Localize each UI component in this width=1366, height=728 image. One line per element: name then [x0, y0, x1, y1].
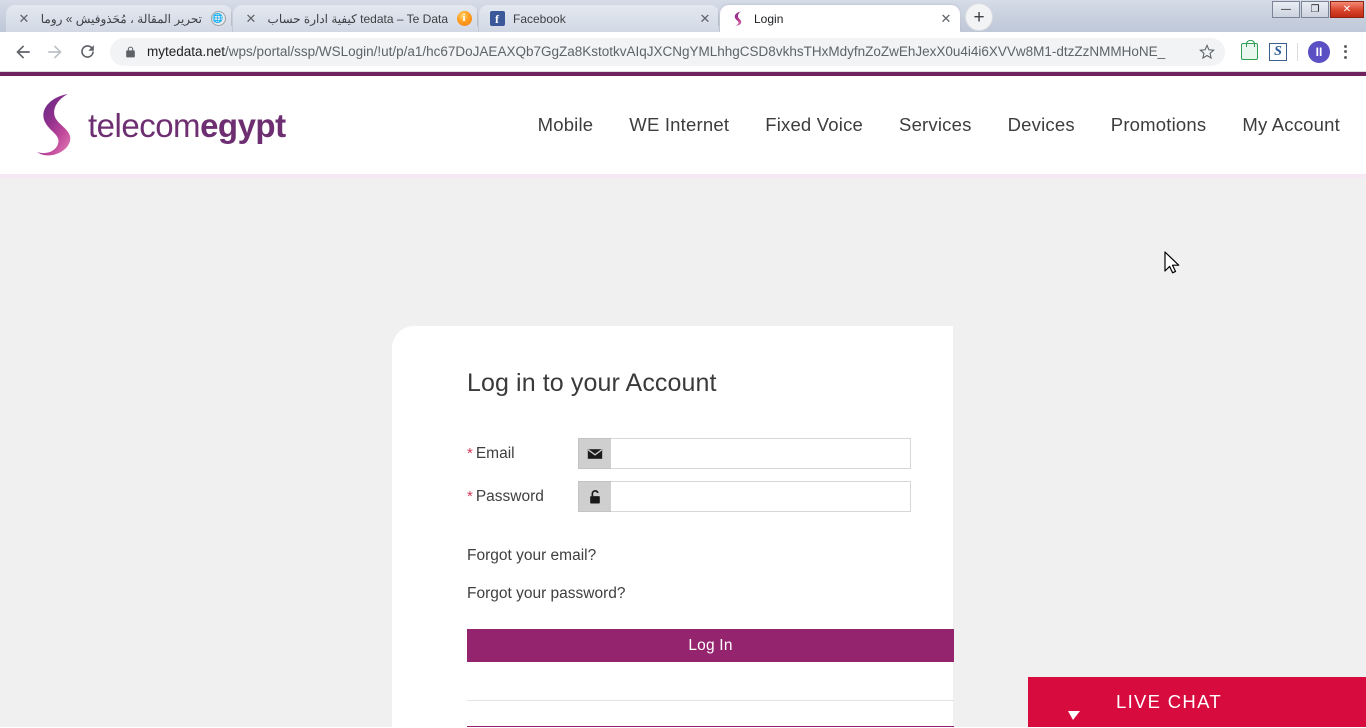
mouse-cursor	[1164, 251, 1180, 274]
browser-tab-2[interactable]: i tedata – Te Data كيفية ادارة حساب ✕	[233, 5, 478, 32]
window-controls: — ❐ ✕	[1272, 1, 1364, 18]
close-window-button[interactable]: ✕	[1330, 1, 1364, 18]
telecom-egypt-favicon-glyph	[734, 11, 741, 26]
form-divider	[467, 700, 954, 701]
browser-titlebar: 🌐 تحرير المقالة ، مُحَذوفيش » رومات اندر…	[0, 0, 1366, 32]
address-bar[interactable]: mytedata.net/wps/portal/ssp/WSLogin/!ut/…	[110, 37, 1225, 66]
lock-icon	[124, 45, 137, 59]
password-input[interactable]	[611, 481, 911, 512]
email-label: * Email	[430, 445, 578, 463]
close-icon: ✕	[1342, 3, 1352, 15]
nav-item-my-account[interactable]: My Account	[1224, 104, 1340, 146]
globe-icon: 🌐	[210, 11, 226, 27]
telecom-egypt-icon	[730, 11, 746, 27]
telecom-egypt-logo-icon	[37, 94, 71, 156]
login-form: * Email * Password Forgot your email? Fo…	[430, 438, 954, 727]
forward-button[interactable]	[40, 37, 70, 67]
facebook-icon: f	[489, 11, 505, 27]
restore-icon: ❐	[1310, 3, 1320, 15]
required-marker: *	[467, 487, 473, 505]
page-title: Log in to your Account	[467, 369, 717, 397]
forgot-email-link[interactable]: Forgot your email?	[467, 548, 915, 564]
tab-title: Login	[754, 11, 784, 26]
reload-button[interactable]	[72, 37, 102, 67]
nav-item-services[interactable]: Services	[881, 104, 990, 146]
password-label: * Password	[430, 488, 578, 506]
browser-tab-4-active[interactable]: Login ✕	[720, 5, 960, 32]
logo-text-light: telecom	[88, 106, 201, 144]
password-label-text: Password	[475, 487, 544, 505]
login-button[interactable]: Log In	[467, 629, 954, 662]
nav-item-devices[interactable]: Devices	[990, 104, 1093, 146]
tab-title: tedata – Te Data كيفية ادارة حساب	[267, 11, 448, 26]
header-underglow	[0, 174, 1366, 178]
chat-bubble-icon	[1062, 689, 1096, 720]
shopping-bag-extension-icon[interactable]	[1236, 39, 1262, 65]
s-extension-icon[interactable]: S	[1265, 39, 1291, 65]
minimize-icon: —	[1281, 3, 1291, 15]
page-viewport: telecomegypt Mobile WE Internet Fixed Vo…	[0, 72, 1366, 727]
toolbar-divider	[1297, 42, 1298, 61]
url-domain: mytedata.net	[147, 43, 226, 59]
restore-button[interactable]: ❐	[1301, 1, 1329, 18]
browser-tab-1[interactable]: 🌐 تحرير المقالة ، مُحَذوفيش » رومات اندر…	[6, 5, 232, 32]
main-navigation: Mobile WE Internet Fixed Voice Services …	[286, 104, 1340, 146]
star-icon[interactable]	[1199, 43, 1215, 60]
back-arrow-icon	[16, 44, 30, 59]
email-input-group	[578, 438, 911, 469]
envelope-icon	[578, 438, 611, 469]
tab-title: تحرير المقالة ، مُحَذوفيش » رومات اندر	[40, 11, 202, 26]
live-chat-label: LIVE CHAT	[1116, 691, 1222, 712]
required-marker: *	[467, 444, 473, 462]
new-tab-button[interactable]: +	[965, 3, 993, 31]
url-path: /wps/portal/ssp/WSLogin/!ut/p/a1/hc67DoJ…	[225, 43, 1166, 59]
email-form-row: * Email	[430, 438, 915, 469]
live-chat-button[interactable]: LIVE CHAT	[1028, 677, 1366, 727]
url-text: mytedata.net/wps/portal/ssp/WSLogin/!ut/…	[147, 44, 1191, 60]
site-logo[interactable]: telecomegypt	[30, 92, 286, 158]
tab-close-button[interactable]: ✕	[938, 11, 954, 27]
reload-icon	[80, 45, 94, 58]
orange-i-icon: i	[456, 11, 472, 27]
nav-item-mobile[interactable]: Mobile	[520, 104, 612, 146]
browser-toolbar: mytedata.net/wps/portal/ssp/WSLogin/!ut/…	[0, 32, 1366, 72]
password-form-row: * Password	[430, 481, 915, 512]
tab-title: Facebook	[513, 11, 566, 26]
email-input[interactable]	[611, 438, 911, 469]
site-header: telecomegypt Mobile WE Internet Fixed Vo…	[0, 72, 1366, 178]
browser-tab-3[interactable]: f Facebook ✕	[479, 5, 719, 32]
login-card: Log in to your Account * Email * Passwor…	[392, 326, 954, 727]
minimize-button[interactable]: —	[1272, 1, 1300, 18]
browser-window: 🌐 تحرير المقالة ، مُحَذوفيش » رومات اندر…	[0, 0, 1366, 728]
nav-item-promotions[interactable]: Promotions	[1093, 104, 1225, 146]
tab-close-button[interactable]: ✕	[243, 11, 259, 27]
kebab-menu-icon[interactable]	[1332, 39, 1358, 65]
email-label-text: Email	[475, 444, 515, 462]
forward-arrow-icon	[48, 44, 62, 59]
profile-avatar[interactable]: II	[1308, 40, 1330, 63]
signup-button[interactable]: Sign Up	[467, 726, 954, 727]
tab-close-button[interactable]: ✕	[697, 11, 713, 27]
lock-icon	[578, 481, 611, 512]
forgot-password-link[interactable]: Forgot your password?	[467, 585, 915, 602]
nav-item-we-internet[interactable]: WE Internet	[611, 104, 747, 146]
password-input-group	[578, 481, 911, 512]
logo-text-bold: egypt	[200, 106, 286, 144]
tab-close-button[interactable]: ✕	[16, 11, 32, 27]
back-button[interactable]	[8, 37, 38, 67]
logo-wordmark: telecomegypt	[88, 109, 286, 142]
nav-item-fixed-voice[interactable]: Fixed Voice	[747, 104, 881, 146]
